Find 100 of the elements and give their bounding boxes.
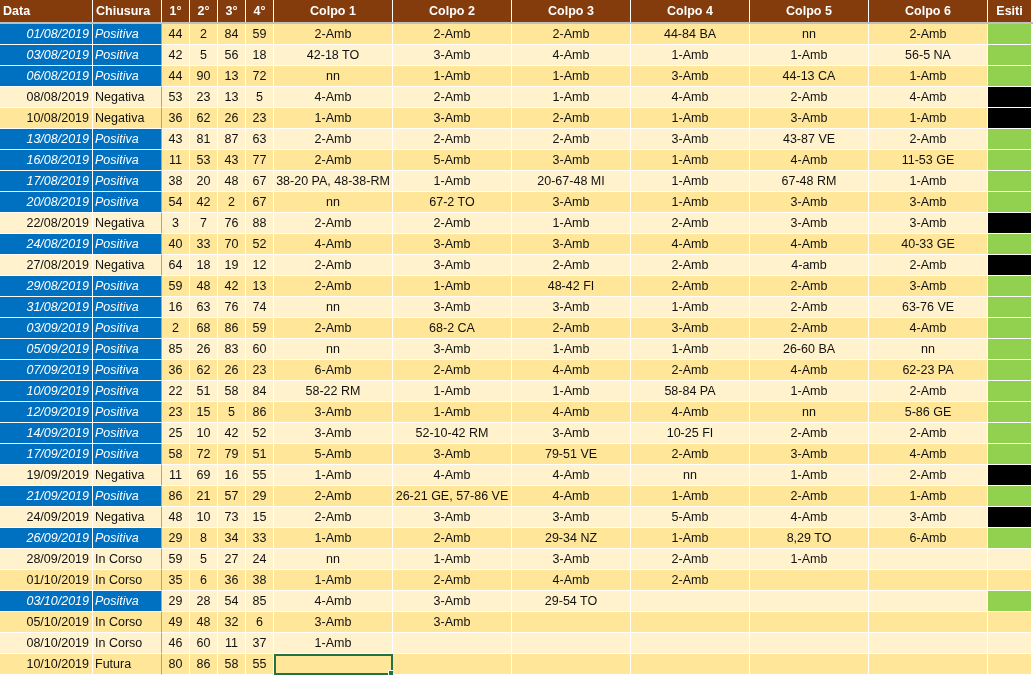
number-cell: 58 [218, 381, 246, 402]
table-cell: 3-Amb [750, 444, 869, 465]
status-text-cell: Positiva [93, 318, 162, 339]
status-text-cell: Positiva [93, 528, 162, 549]
table-cell: 4-Amb [750, 150, 869, 171]
table-cell: 1-Amb [869, 66, 988, 87]
table-cell: 2-Amb [512, 108, 631, 129]
table-cell: 4-Amb [512, 402, 631, 423]
table-cell: 2-Amb [750, 486, 869, 507]
date-cell: 20/08/2019 [0, 192, 93, 213]
date-cell: 13/08/2019 [0, 129, 93, 150]
column-header: Esiti [988, 0, 1032, 22]
date-cell: 01/10/2019 [0, 570, 93, 591]
table-cell: 3-Amb [393, 339, 512, 360]
table-cell: 2-Amb [869, 465, 988, 486]
number-cell: 69 [190, 465, 218, 486]
number-cell: 84 [218, 24, 246, 45]
number-cell: 85 [246, 591, 274, 612]
table-cell: 3-Amb [393, 108, 512, 129]
number-cell: 6 [190, 570, 218, 591]
number-cell: 23 [246, 360, 274, 381]
number-cell: 13 [246, 276, 274, 297]
date-cell: 26/09/2019 [0, 528, 93, 549]
table-cell: 1-Amb [512, 66, 631, 87]
table-cell: 3-Amb [512, 423, 631, 444]
table-cell: 2-Amb [750, 276, 869, 297]
date-cell: 17/08/2019 [0, 171, 93, 192]
number-cell: 6 [246, 612, 274, 633]
number-cell: 28 [190, 591, 218, 612]
selected-cell[interactable] [274, 654, 393, 675]
number-cell: 18 [246, 45, 274, 66]
number-cell: 26 [218, 360, 246, 381]
number-cell: 11 [162, 150, 190, 171]
number-cell: 12 [246, 255, 274, 276]
table-cell: 8,29 TO [750, 528, 869, 549]
table-cell: 3-Amb [274, 423, 393, 444]
date-cell: 01/08/2019 [0, 24, 93, 45]
table-cell: nn [750, 402, 869, 423]
date-cell: 08/10/2019 [0, 633, 93, 654]
number-cell: 62 [190, 360, 218, 381]
number-cell: 16 [162, 297, 190, 318]
table-cell: 2-Amb [393, 528, 512, 549]
table-cell: 3-Amb [393, 45, 512, 66]
number-cell: 27 [218, 549, 246, 570]
number-cell: 29 [162, 528, 190, 549]
table-cell: 3-Amb [393, 234, 512, 255]
table-cell: 6-Amb [274, 360, 393, 381]
table-cell: 1-Amb [631, 192, 750, 213]
table-cell: 42-18 TO [274, 45, 393, 66]
table-cell: 5-86 GE [869, 402, 988, 423]
number-cell: 64 [162, 255, 190, 276]
number-cell: 42 [190, 192, 218, 213]
table-cell: 1-Amb [631, 108, 750, 129]
number-cell: 58 [218, 654, 246, 675]
table-cell: 1-Amb [393, 549, 512, 570]
date-cell: 31/08/2019 [0, 297, 93, 318]
table-cell: 1-Amb [631, 45, 750, 66]
table-cell: 2-Amb [393, 570, 512, 591]
number-cell: 29 [162, 591, 190, 612]
table-cell: 2-Amb [869, 423, 988, 444]
column-header: 2° [190, 0, 218, 22]
number-cell: 49 [162, 612, 190, 633]
number-cell: 10 [190, 507, 218, 528]
number-cell: 59 [246, 318, 274, 339]
table-cell: 44-13 CA [750, 66, 869, 87]
status-text-cell: Positiva [93, 444, 162, 465]
column-header: Data [0, 0, 93, 22]
table-cell: 2-Amb [750, 297, 869, 318]
table-cell: 1-Amb [631, 486, 750, 507]
number-cell: 23 [162, 402, 190, 423]
date-cell: 07/09/2019 [0, 360, 93, 381]
number-cell: 63 [190, 297, 218, 318]
table-cell: 4-Amb [512, 486, 631, 507]
status-text-cell: Negativa [93, 465, 162, 486]
table-cell: 2-Amb [750, 87, 869, 108]
date-cell: 19/09/2019 [0, 465, 93, 486]
number-cell: 19 [218, 255, 246, 276]
number-cell: 52 [246, 423, 274, 444]
number-cell: 8 [190, 528, 218, 549]
number-cell: 86 [162, 486, 190, 507]
date-cell: 06/08/2019 [0, 66, 93, 87]
table-cell: 2-Amb [274, 129, 393, 150]
status-text-cell: In Corso [93, 633, 162, 654]
number-cell: 55 [246, 654, 274, 675]
status-text-cell: In Corso [93, 612, 162, 633]
table-cell: 3-Amb [869, 213, 988, 234]
table-cell: nn [274, 66, 393, 87]
number-cell: 5 [190, 45, 218, 66]
number-cell: 72 [246, 66, 274, 87]
table-cell: 2-Amb [631, 360, 750, 381]
table-cell: 2-Amb [274, 24, 393, 45]
column-header: 3° [218, 0, 246, 22]
status-text-cell: In Corso [93, 570, 162, 591]
number-cell: 53 [190, 150, 218, 171]
number-cell: 36 [162, 108, 190, 129]
number-cell: 57 [218, 486, 246, 507]
number-cell: 59 [162, 276, 190, 297]
date-cell: 14/09/2019 [0, 423, 93, 444]
number-cell: 62 [190, 108, 218, 129]
number-cell: 77 [246, 150, 274, 171]
